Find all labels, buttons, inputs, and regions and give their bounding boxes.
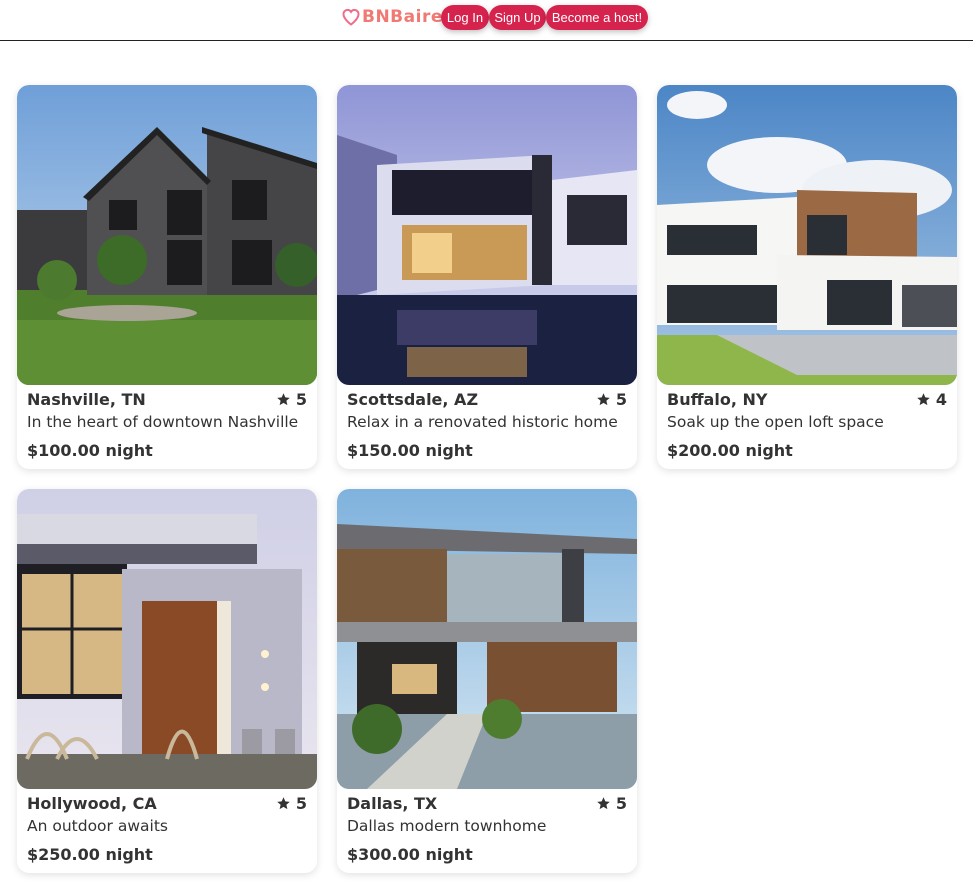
listing-description: Relax in a renovated historic home xyxy=(347,413,618,431)
become-host-button[interactable]: Become a host! xyxy=(546,5,648,30)
star-icon xyxy=(597,393,610,406)
house-photo xyxy=(17,489,317,789)
star-icon xyxy=(277,797,290,810)
listing-rating: 5 xyxy=(596,794,627,813)
listing-photo[interactable] xyxy=(17,85,317,385)
heart-icon xyxy=(342,8,360,26)
house-photo xyxy=(17,85,317,385)
rating-value: 5 xyxy=(295,794,307,813)
house-photo xyxy=(337,85,637,385)
rating-value: 5 xyxy=(615,390,627,409)
listing-photo[interactable] xyxy=(337,85,637,385)
listing-photo[interactable] xyxy=(17,489,317,789)
listing-rating: 4 xyxy=(916,390,947,409)
brand-logo[interactable]: BNBaire xyxy=(341,5,443,29)
listing-price: $300.00 night xyxy=(347,845,473,864)
listing-rating: 5 xyxy=(276,390,307,409)
listing-description: Dallas modern townhome xyxy=(347,817,547,835)
listing-card[interactable]: Scottsdale, AZ 5 Relax in a renovated hi… xyxy=(337,85,637,469)
listing-location: Buffalo, NY xyxy=(667,390,768,409)
listing-price: $200.00 night xyxy=(667,441,793,460)
listing-location: Nashville, TN xyxy=(27,390,146,409)
listing-photo[interactable] xyxy=(657,85,957,385)
listing-price: $100.00 night xyxy=(27,441,153,460)
login-button[interactable]: Log In xyxy=(441,5,489,30)
star-icon xyxy=(917,393,930,406)
listing-card[interactable]: Hollywood, CA 5 An outdoor awaits $250.0… xyxy=(17,489,317,873)
rating-value: 5 xyxy=(295,390,307,409)
listing-card[interactable]: Buffalo, NY 4 Soak up the open loft spac… xyxy=(657,85,957,469)
house-photo xyxy=(337,489,637,789)
signup-button[interactable]: Sign Up xyxy=(489,5,546,30)
listing-rating: 5 xyxy=(596,390,627,409)
listing-description: In the heart of downtown Nashville xyxy=(27,413,299,431)
listing-location: Dallas, TX xyxy=(347,794,438,813)
listing-card[interactable]: Dallas, TX 5 Dallas modern townhome $300… xyxy=(337,489,637,873)
listing-description: An outdoor awaits xyxy=(27,817,168,835)
house-photo xyxy=(657,85,957,385)
listing-price: $250.00 night xyxy=(27,845,153,864)
listing-location: Hollywood, CA xyxy=(27,794,157,813)
rating-value: 4 xyxy=(935,390,947,409)
listing-location: Scottsdale, AZ xyxy=(347,390,479,409)
star-icon xyxy=(277,393,290,406)
logo-text: BNBaire xyxy=(362,7,443,27)
listing-photo[interactable] xyxy=(337,489,637,789)
rating-value: 5 xyxy=(615,794,627,813)
listing-rating: 5 xyxy=(276,794,307,813)
top-nav-bar: BNBaire Log In Sign Up Become a host! xyxy=(0,0,973,41)
listing-description: Soak up the open loft space xyxy=(667,413,884,431)
star-icon xyxy=(597,797,610,810)
listing-price: $150.00 night xyxy=(347,441,473,460)
listing-card[interactable]: Nashville, TN 5 In the heart of downtown… xyxy=(17,85,317,469)
